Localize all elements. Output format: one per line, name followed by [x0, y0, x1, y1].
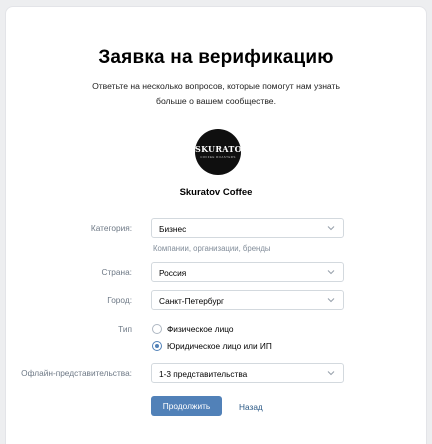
chevron-down-icon — [327, 371, 335, 376]
category-select[interactable]: Бизнес — [151, 218, 344, 238]
radio-label: Физическое лицо — [167, 324, 234, 334]
avatar-logo-subtext: COFFEE ROASTERS — [200, 155, 236, 159]
country-select[interactable]: Россия — [151, 262, 344, 282]
radio-label: Юридическое лицо или ИП — [167, 341, 272, 351]
chevron-down-icon — [327, 298, 335, 303]
city-label: Город: — [107, 295, 132, 305]
offline-value: 1-3 представительства — [159, 369, 248, 379]
page-title: Заявка на верификацию — [98, 47, 334, 68]
radio-button[interactable] — [152, 324, 162, 334]
avatar-logo-text: SKURATOV — [195, 144, 241, 154]
community-name: Skuratov Coffee — [179, 187, 253, 198]
page-subtitle: Ответьте на несколько вопросов, которые … — [92, 81, 340, 106]
community-avatar: SKURATOV COFFEE ROASTERS — [195, 129, 241, 175]
city-value: Санкт-Петербург — [159, 296, 225, 306]
chevron-down-icon — [327, 226, 335, 231]
offline-label: Офлайн-представительства: — [21, 368, 132, 378]
category-value: Бизнес — [159, 224, 187, 234]
back-link[interactable]: Назад — [239, 402, 263, 412]
type-label: Тип — [118, 324, 132, 334]
radio-button-selected[interactable] — [152, 341, 162, 351]
category-label: Категория: — [90, 223, 132, 233]
chevron-down-icon — [327, 270, 335, 275]
continue-button[interactable]: Продолжить — [151, 396, 222, 416]
verification-card: Заявка на верификацию Ответьте на нескол… — [5, 6, 427, 444]
offline-select[interactable]: 1-3 представительства — [151, 363, 344, 383]
category-hint: Компании, организации, бренды — [153, 244, 271, 253]
country-value: Россия — [159, 268, 187, 278]
city-select[interactable]: Санкт-Петербург — [151, 290, 344, 310]
country-label: Страна: — [101, 267, 132, 277]
